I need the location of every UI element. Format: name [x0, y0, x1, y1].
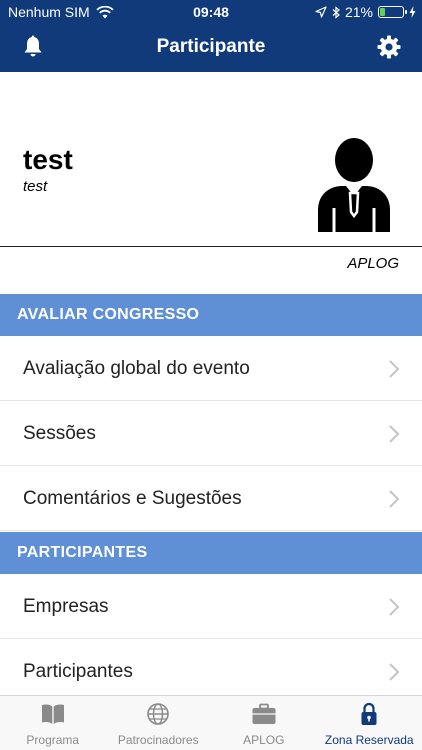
chevron-right-icon	[389, 360, 400, 378]
list-item-label: Participantes	[23, 661, 133, 682]
list-item-label: Empresas	[23, 596, 109, 617]
profile-card: test test APLOG	[0, 72, 422, 294]
list-item-label: Avaliação global do evento	[23, 358, 250, 379]
app-header: Nenhum SIM 09:48 21% Participante	[0, 0, 422, 72]
tab-bar: Programa Patrocinadores APLOG Zona Reser…	[0, 695, 422, 750]
page-title: Participante	[156, 36, 266, 57]
lock-icon	[361, 702, 377, 725]
list-item-label: Sessões	[23, 423, 96, 444]
list-item-empresas[interactable]: Empresas	[0, 574, 422, 639]
person-avatar-icon	[318, 138, 390, 232]
tab-label: APLOG	[243, 733, 285, 747]
tab-patrocinadores[interactable]: Patrocinadores	[106, 696, 212, 750]
list-item-sessoes[interactable]: Sessões	[0, 401, 422, 466]
nav-bar: Participante	[0, 24, 422, 72]
chevron-right-icon	[389, 598, 400, 616]
globe-icon	[147, 703, 170, 725]
list-item-comentarios-sugestoes[interactable]: Comentários e Sugestões	[0, 466, 422, 531]
tab-programa[interactable]: Programa	[0, 696, 106, 750]
section-header-participantes: PARTICIPANTES	[0, 532, 422, 574]
tab-label: Zona Reservada	[324, 733, 414, 747]
book-icon	[41, 704, 64, 724]
battery-percent: 21%	[344, 4, 373, 20]
participant-name: test	[23, 144, 73, 175]
chevron-right-icon	[389, 490, 400, 508]
tab-label: Programa	[26, 733, 80, 747]
status-bar: Nenhum SIM 09:48 21%	[0, 0, 422, 24]
tab-label: Patrocinadores	[117, 733, 199, 747]
participant-subtitle: test	[23, 178, 48, 195]
battery-fill	[380, 8, 385, 16]
list-item-avaliacao-global[interactable]: Avaliação global do evento	[0, 336, 422, 401]
bluetooth-icon	[332, 5, 340, 19]
list-item-label: Comentários e Sugestões	[23, 488, 242, 509]
tab-aplog[interactable]: APLOG	[211, 696, 317, 750]
location-arrow-icon	[315, 6, 327, 18]
section-header-avaliar-congresso: AVALIAR CONGRESSO	[0, 294, 422, 336]
gear-icon[interactable]	[376, 34, 402, 60]
briefcase-icon	[252, 703, 276, 724]
profile-divider	[0, 246, 422, 247]
chevron-right-icon	[389, 663, 400, 681]
participant-organization: APLOG	[347, 255, 399, 272]
status-right: 21%	[315, 4, 416, 20]
charging-bolt-icon	[409, 6, 416, 18]
tab-zona-reservada[interactable]: Zona Reservada	[317, 696, 422, 750]
battery-icon	[378, 6, 407, 18]
chevron-right-icon	[389, 425, 400, 443]
